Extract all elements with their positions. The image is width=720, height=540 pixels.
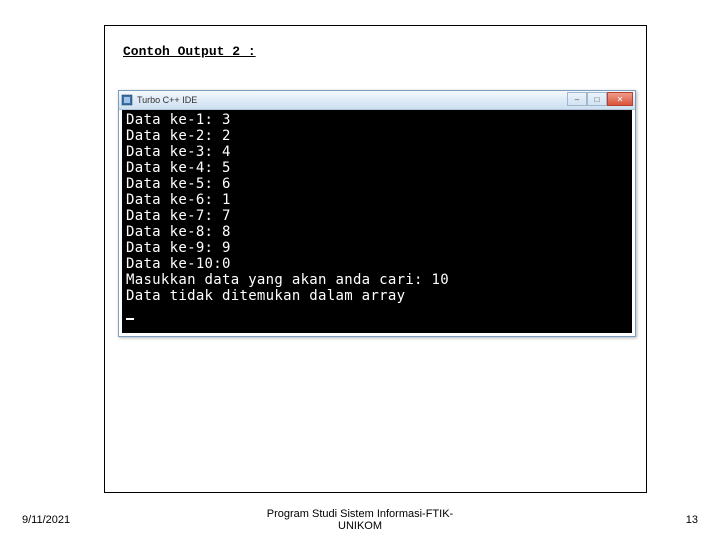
window-controls: – □ ✕ xyxy=(567,92,633,106)
console-line: Data ke-10:0 xyxy=(126,256,231,272)
close-button[interactable]: ✕ xyxy=(607,92,633,106)
console-line: Data ke-9: 9 xyxy=(126,240,231,256)
section-title: Contoh Output 2 : xyxy=(123,44,256,59)
window-title: Turbo C++ IDE xyxy=(137,95,197,105)
minimize-button[interactable]: – xyxy=(567,92,587,106)
footer-center-line1: Program Studi Sistem Informasi-FTIK- xyxy=(267,508,453,520)
footer-date: 9/11/2021 xyxy=(22,514,70,526)
app-icon xyxy=(121,94,133,106)
footer-center: Program Studi Sistem Informasi-FTIK- UNI… xyxy=(0,508,720,532)
console-line: Data ke-8: 8 xyxy=(126,224,231,240)
app-window: Turbo C++ IDE – □ ✕ Data ke-1: 3 Data ke… xyxy=(118,90,636,337)
footer-center-line2: UNIKOM xyxy=(338,520,382,532)
maximize-button[interactable]: □ xyxy=(587,92,607,106)
window-titlebar[interactable]: Turbo C++ IDE – □ ✕ xyxy=(119,91,635,110)
console-line: Masukkan data yang akan anda cari: 10 xyxy=(126,272,449,288)
console-line: Data ke-1: 3 xyxy=(126,112,231,128)
console-line: Data ke-6: 1 xyxy=(126,192,231,208)
console-output: Data ke-1: 3 Data ke-2: 2 Data ke-3: 4 D… xyxy=(122,110,632,333)
console-line: Data ke-4: 5 xyxy=(126,160,231,176)
console-line: Data tidak ditemukan dalam array xyxy=(126,288,405,304)
console-line: Data ke-2: 2 xyxy=(126,128,231,144)
slide-footer: 9/11/2021 Program Studi Sistem Informasi… xyxy=(0,508,720,532)
console-line: Data ke-5: 6 xyxy=(126,176,231,192)
console-line: Data ke-3: 4 xyxy=(126,144,231,160)
console-cursor xyxy=(126,308,134,320)
slide-frame: Contoh Output 2 : Turbo C++ IDE – □ ✕ Da… xyxy=(104,25,647,493)
console-line: Data ke-7: 7 xyxy=(126,208,231,224)
footer-page-number: 13 xyxy=(686,514,698,526)
